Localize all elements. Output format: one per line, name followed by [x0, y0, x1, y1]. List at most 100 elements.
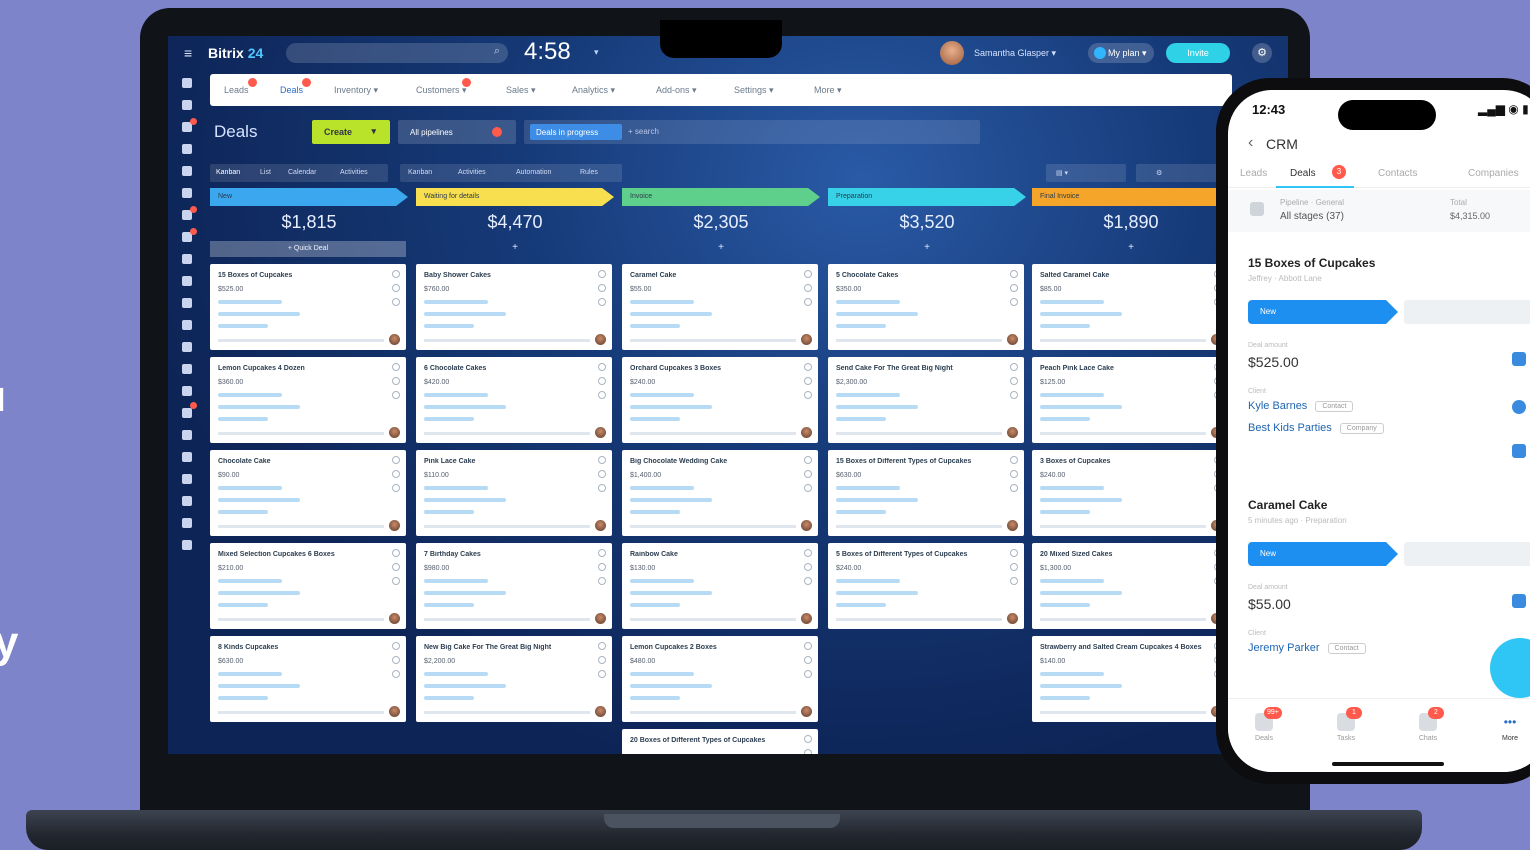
avatar[interactable] — [389, 520, 400, 531]
deal-card[interactable]: 5 Chocolate Cakes $350.00 — [828, 264, 1024, 350]
mail-icon[interactable] — [1010, 298, 1018, 306]
rail-item-icon[interactable] — [182, 320, 192, 330]
brand-logo[interactable]: Bitrix 24 — [208, 45, 263, 61]
deal-title[interactable]: 15 Boxes of Cupcakes — [1248, 256, 1375, 270]
deal-card[interactable]: 15 Boxes of Different Types of Cupcakes $… — [828, 450, 1024, 536]
deal-card-title[interactable]: 7 Birthday Cakes — [424, 551, 594, 558]
message-icon[interactable] — [1010, 363, 1018, 371]
bottom-item-tasks[interactable]: 1 Tasks — [1326, 707, 1366, 742]
nav-item-leads[interactable]: Leads — [224, 78, 257, 95]
rail-item-icon[interactable] — [182, 166, 192, 176]
tab-leads[interactable]: Leads — [1240, 168, 1267, 179]
deal-card[interactable]: Chocolate Cake $90.00 — [210, 450, 406, 536]
tab-contacts[interactable]: Contacts — [1378, 168, 1417, 179]
message-icon[interactable] — [1010, 270, 1018, 278]
column-stage-header[interactable]: Waiting for details — [416, 188, 614, 206]
message-icon[interactable] — [392, 363, 400, 371]
phone-icon[interactable] — [392, 563, 400, 571]
message-icon[interactable] — [392, 549, 400, 557]
tool-automation[interactable]: Automation — [516, 169, 551, 176]
message-icon[interactable] — [392, 270, 400, 278]
rail-item-icon[interactable] — [182, 364, 192, 374]
phone-icon[interactable] — [804, 749, 812, 754]
deal-card-title[interactable]: Pink Lace Cake — [424, 458, 594, 465]
deal-card[interactable]: 20 Boxes of Different Types of Cupcakes — [622, 729, 818, 754]
rail-item-icon[interactable] — [182, 342, 192, 352]
nav-item-settings[interactable]: Settings ▾ — [734, 85, 774, 96]
tab-deals[interactable]: Deals — [1290, 168, 1316, 179]
avatar[interactable] — [595, 334, 606, 345]
avatar[interactable] — [801, 613, 812, 624]
rail-item-icon[interactable] — [182, 276, 192, 286]
mail-icon[interactable] — [804, 670, 812, 678]
tab-kanban[interactable]: Kanban — [216, 169, 240, 176]
user-avatar[interactable] — [940, 41, 964, 65]
deal-card[interactable]: Lemon Cupcakes 4 Dozen $360.00 — [210, 357, 406, 443]
deal-card-title[interactable]: Orchard Cupcakes 3 Boxes — [630, 365, 800, 372]
deal-card[interactable]: 7 Birthday Cakes $980.00 — [416, 543, 612, 629]
invite-button[interactable]: Invite — [1166, 43, 1230, 63]
message-icon[interactable] — [392, 642, 400, 650]
deal-card-title[interactable]: Big Chocolate Wedding Cake — [630, 458, 800, 465]
deal-card-title[interactable]: New Big Cake For The Great Big Night — [424, 644, 594, 651]
deal-card-title[interactable]: 6 Chocolate Cakes — [424, 365, 594, 372]
deal-card[interactable]: Big Chocolate Wedding Cake $1,400.00 — [622, 450, 818, 536]
phone-icon[interactable] — [392, 377, 400, 385]
phone-icon[interactable] — [1010, 470, 1018, 478]
phone-icon[interactable] — [1010, 377, 1018, 385]
phone-icon[interactable] — [804, 377, 812, 385]
mail-icon[interactable] — [804, 391, 812, 399]
mail-icon[interactable] — [598, 577, 606, 585]
phone-icon[interactable] — [598, 563, 606, 571]
nav-item-customers[interactable]: Customers ▾ — [416, 78, 471, 96]
tool-kanban[interactable]: Kanban — [408, 169, 432, 176]
mail-icon[interactable] — [598, 484, 606, 492]
tool-rules[interactable]: Rules — [580, 169, 598, 176]
edit-icon[interactable] — [1512, 352, 1526, 366]
back-icon[interactable]: ‹ — [1248, 134, 1253, 152]
nav-item-deals[interactable]: Deals — [280, 78, 312, 95]
next-stage[interactable] — [1404, 300, 1530, 324]
message-icon[interactable] — [1010, 456, 1018, 464]
deal-card-title[interactable]: Caramel Cake — [630, 272, 800, 279]
rail-item-icon[interactable] — [182, 452, 192, 462]
mail-icon[interactable] — [392, 484, 400, 492]
phone-icon[interactable] — [392, 284, 400, 292]
next-stage[interactable] — [1404, 542, 1530, 566]
rail-item-icon[interactable] — [182, 144, 192, 154]
message-icon[interactable] — [598, 270, 606, 278]
mail-icon[interactable] — [392, 391, 400, 399]
clock-menu[interactable]: ▾ — [594, 47, 599, 58]
message-icon[interactable] — [598, 363, 606, 371]
mail-icon[interactable] — [804, 298, 812, 306]
filter-search-bar[interactable]: Deals in progress + search — [524, 120, 980, 144]
deal-card-title[interactable]: 15 Boxes of Cupcakes — [218, 272, 388, 279]
quick-deal-button[interactable]: + Quick Deal — [210, 241, 406, 257]
deal-card-title[interactable]: Mixed Selection Cupcakes 6 Boxes — [218, 551, 388, 558]
avatar[interactable] — [389, 613, 400, 624]
mail-icon[interactable] — [804, 484, 812, 492]
mail-icon[interactable] — [598, 670, 606, 678]
deal-card[interactable]: Salted Caramel Cake $85.00 — [1032, 264, 1228, 350]
deal-card-title[interactable]: 8 Kinds Cupcakes — [218, 644, 388, 651]
avatar[interactable] — [801, 427, 812, 438]
column-stage-header[interactable]: Final Invoice — [1032, 188, 1230, 206]
message-icon[interactable] — [804, 549, 812, 557]
deal-card[interactable]: 6 Chocolate Cakes $420.00 — [416, 357, 612, 443]
mail-icon[interactable] — [804, 577, 812, 585]
deal-card[interactable]: Caramel Cake $55.00 — [622, 264, 818, 350]
deal-card[interactable]: Mixed Selection Cupcakes 6 Boxes $210.00 — [210, 543, 406, 629]
deal-card-title[interactable]: 20 Boxes of Different Types of Cupcakes — [630, 737, 800, 744]
phone-icon[interactable] — [392, 470, 400, 478]
phone-icon[interactable] — [1010, 284, 1018, 292]
filter-search-input[interactable]: + search — [628, 127, 659, 136]
deal-title[interactable]: Caramel Cake — [1248, 498, 1327, 512]
deal-card-title[interactable]: Rainbow Cake — [630, 551, 800, 558]
deal-card-title[interactable]: Lemon Cupcakes 2 Boxes — [630, 644, 800, 651]
deal-card-title[interactable]: 3 Boxes of Cupcakes — [1040, 458, 1210, 465]
column-stage-header[interactable]: Preparation — [828, 188, 1026, 206]
phone-icon[interactable] — [598, 470, 606, 478]
avatar[interactable] — [1007, 427, 1018, 438]
deal-card[interactable]: Rainbow Cake $130.00 — [622, 543, 818, 629]
message-icon[interactable] — [804, 456, 812, 464]
